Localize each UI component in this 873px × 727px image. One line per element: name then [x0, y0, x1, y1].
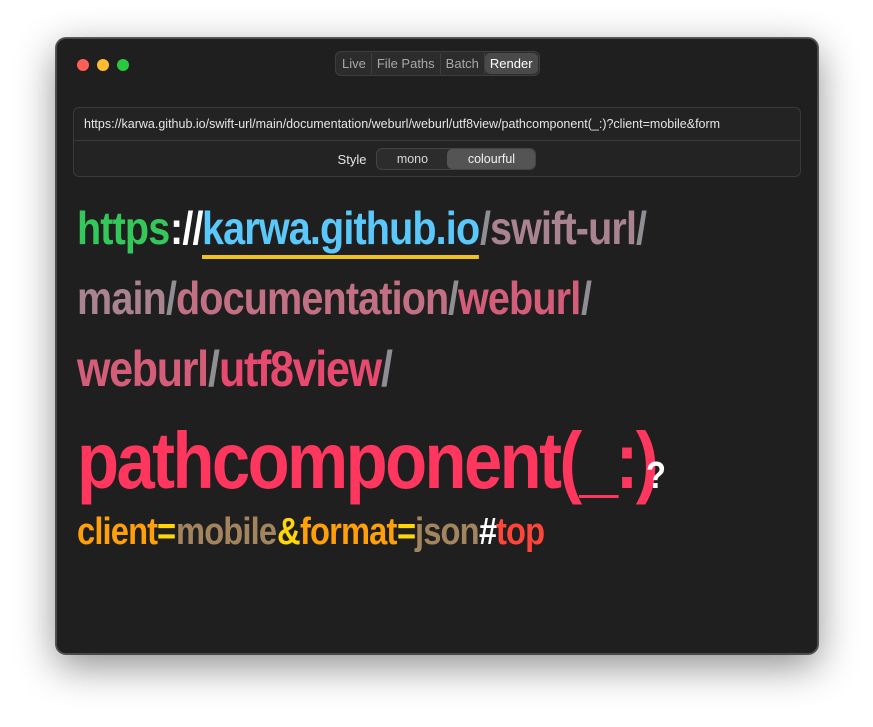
tab-live[interactable]: Live — [337, 53, 372, 74]
path-component: weburl — [458, 272, 581, 324]
path-separator: / — [580, 272, 592, 324]
close-window-button[interactable] — [77, 59, 89, 71]
path-separator: / — [166, 272, 177, 324]
path-separator: / — [207, 341, 220, 397]
host-dot: . — [435, 202, 447, 254]
path-component: utf8view — [219, 341, 382, 397]
app-window: Live File Paths Batch Render https://kar… — [56, 38, 818, 654]
query-equals: = — [396, 511, 416, 553]
query-key: format — [299, 511, 397, 553]
query-value: json — [414, 511, 480, 553]
tab-batch[interactable]: Batch — [441, 53, 485, 74]
url-input[interactable]: https://karwa.github.io/swift-url/main/d… — [74, 108, 800, 141]
query-key: client — [77, 511, 158, 553]
host-label-github: github — [320, 202, 437, 254]
path-component: documentation — [176, 272, 449, 324]
host-label-io: io — [446, 202, 480, 254]
path-component: main — [77, 272, 167, 324]
rendered-line-4: pathcomponent(_:) ? — [77, 415, 666, 507]
query-value: mobile — [175, 511, 277, 553]
query-equals: = — [157, 511, 176, 553]
path-separator: / — [635, 202, 647, 254]
query-delimiter: ? — [646, 455, 666, 497]
rendered-line-5: client = mobile & format = json # top — [77, 511, 545, 554]
style-segmented-control: mono colourful — [376, 148, 537, 170]
host-label-karwa: karwa — [202, 202, 311, 254]
host-dot: . — [310, 202, 321, 254]
url-host: karwa.github.io — [202, 201, 480, 259]
mode-tab-bar: Live File Paths Batch Render — [335, 51, 540, 76]
rendered-line-3: weburl / utf8view / — [77, 340, 393, 398]
url-scheme-separator: :// — [169, 202, 203, 254]
path-separator: / — [479, 202, 491, 254]
rendered-line-2: main / documentation / weburl / — [77, 271, 592, 325]
input-panel: https://karwa.github.io/swift-url/main/d… — [73, 107, 801, 177]
style-option-colourful[interactable]: colourful — [447, 149, 536, 169]
style-row: Style mono colourful — [74, 141, 800, 177]
rendered-url: https :// karwa.github.io / swift-url / … — [77, 189, 797, 569]
path-component: swift-url — [489, 202, 637, 254]
tab-render[interactable]: Render — [484, 53, 538, 74]
rendered-line-1: https :// karwa.github.io / swift-url / — [77, 201, 647, 259]
path-separator: / — [380, 341, 393, 397]
path-component: weburl — [77, 341, 209, 397]
url-scheme: https — [77, 202, 170, 254]
style-option-mono[interactable]: mono — [377, 149, 447, 169]
path-separator: / — [448, 272, 459, 324]
tab-file-paths[interactable]: File Paths — [372, 53, 441, 74]
minimize-window-button[interactable] — [97, 59, 109, 71]
path-component: pathcomponent(_:) — [77, 416, 659, 505]
zoom-window-button[interactable] — [117, 59, 129, 71]
url-fragment: top — [496, 511, 545, 553]
fragment-delimiter: # — [478, 511, 497, 553]
query-ampersand: & — [276, 511, 301, 553]
style-label: Style — [337, 151, 367, 167]
